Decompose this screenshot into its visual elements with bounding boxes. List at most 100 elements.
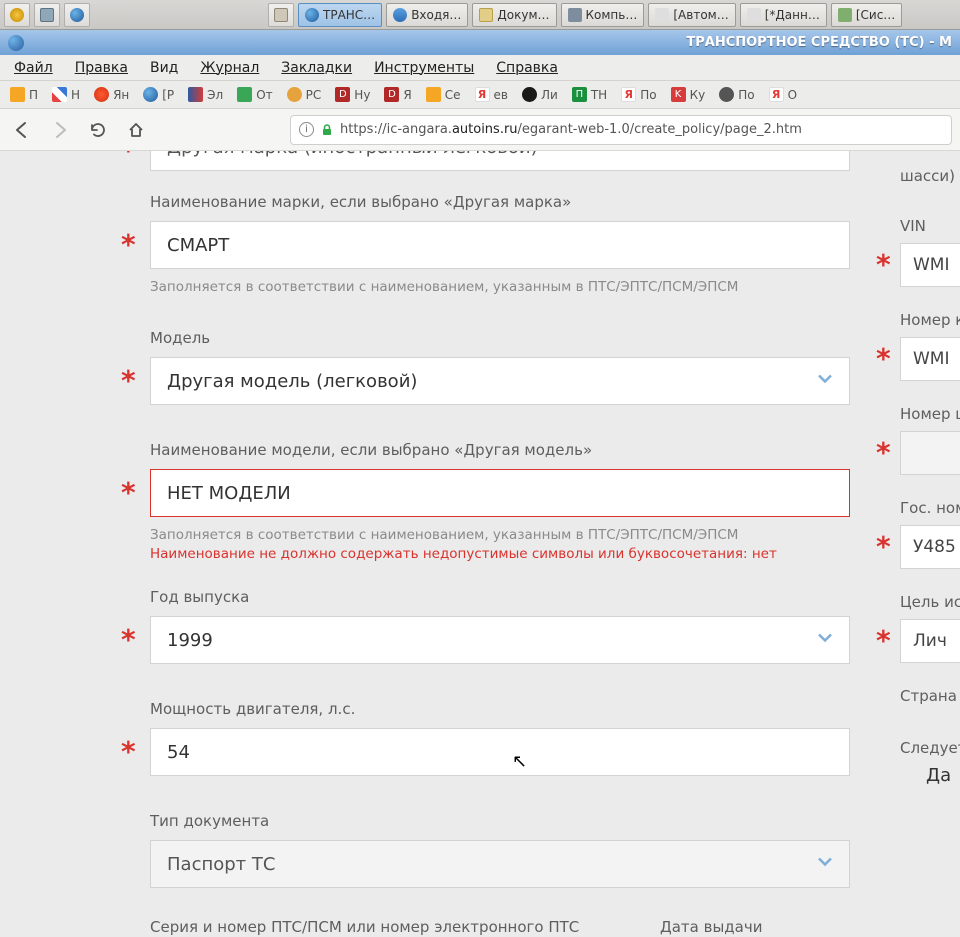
address-bar[interactable]: i https://ic-angara.autoins.ru/egarant-w… xyxy=(290,115,952,145)
task-item[interactable]: Докум… xyxy=(472,3,556,27)
bookmark-item[interactable]: РС xyxy=(283,85,326,104)
bookmark-item[interactable]: ПТН xyxy=(568,85,611,104)
brand-name-input[interactable]: СМАРТ xyxy=(150,221,850,269)
start-app-2[interactable] xyxy=(34,3,60,27)
doc-type-select[interactable]: Паспорт ТС xyxy=(150,840,850,888)
body-number-label: Номер к xyxy=(876,311,960,329)
bookmark-item[interactable]: DЯ xyxy=(380,85,415,104)
model-label: Модель xyxy=(150,329,850,347)
home-icon xyxy=(127,121,145,139)
browser-navbar: i https://ic-angara.autoins.ru/egarant-w… xyxy=(0,109,960,151)
required-mark: * xyxy=(876,345,900,373)
brand-select[interactable]: Другая марка (иностранный легковой) xyxy=(150,151,850,171)
purpose-label: Цель ис xyxy=(876,593,960,611)
bookmark-item[interactable]: KКу xyxy=(667,85,710,104)
vin-input[interactable]: WMI xyxy=(900,243,960,287)
required-mark: * xyxy=(121,367,145,395)
model-name-input[interactable]: НЕТ МОДЕЛИ xyxy=(150,469,850,517)
bookmark-item[interactable]: Н xyxy=(48,85,84,104)
bookmark-item[interactable]: От xyxy=(233,85,276,104)
task-item[interactable]: [*Данн… xyxy=(740,3,827,27)
required-mark: * xyxy=(121,626,145,654)
menu-file[interactable]: Файл xyxy=(14,60,53,76)
forward-button[interactable] xyxy=(46,116,74,144)
bookmark-item[interactable]: Ян xyxy=(90,85,133,104)
model-name-row: * НЕТ МОДЕЛИ xyxy=(116,469,850,517)
bookmark-item[interactable]: Ли xyxy=(518,85,562,104)
window-titlebar: ТРАНСПОРТНОЕ СРЕДСТВО (ТС) - M xyxy=(0,30,960,55)
menu-help[interactable]: Справка xyxy=(496,60,558,76)
country-label: Страна р xyxy=(876,687,960,705)
model-row: * Другая модель (легковой) xyxy=(116,357,850,405)
menu-history[interactable]: Журнал xyxy=(200,60,259,76)
site-info-icon[interactable]: i xyxy=(299,122,314,137)
brand-select-value: Другая марка (иностранный легковой) xyxy=(167,151,538,158)
required-mark: * xyxy=(121,231,145,259)
bookmark-item[interactable]: ЯПо xyxy=(617,85,660,104)
menu-edit[interactable]: Правка xyxy=(75,60,128,76)
app-icon xyxy=(8,35,24,51)
body-number-input[interactable]: WMI xyxy=(900,337,960,381)
task-item[interactable]: [Автом… xyxy=(648,3,735,27)
chevron-down-icon xyxy=(816,629,834,652)
follow-label: Следует xyxy=(876,739,960,757)
required-mark: * xyxy=(121,151,145,165)
year-select[interactable]: 1999 xyxy=(150,616,850,664)
bookmark-item[interactable]: Яев xyxy=(471,85,512,104)
model-select[interactable]: Другая модель (легковой) xyxy=(150,357,850,405)
required-mark: * xyxy=(876,439,900,467)
plate-label: Гос. ном xyxy=(876,499,960,517)
chassis-number-label: Номер ш xyxy=(876,405,960,423)
home-button[interactable] xyxy=(122,116,150,144)
bookmark-item[interactable]: Эл xyxy=(184,85,227,104)
main-form: * Другая марка (иностранный легковой) На… xyxy=(116,151,850,937)
required-mark: * xyxy=(121,738,145,766)
chevron-down-icon xyxy=(815,151,833,159)
reload-icon xyxy=(89,121,107,139)
brand-select-row: * Другая марка (иностранный легковой) xyxy=(116,151,850,171)
start-app-1[interactable] xyxy=(4,3,30,27)
bookmark-item[interactable]: Се xyxy=(422,85,465,104)
model-name-error: Наименование не должно содержать недопус… xyxy=(150,546,850,562)
doc-type-row: Паспорт ТС xyxy=(116,840,850,888)
plate-input[interactable]: У485 xyxy=(900,525,960,569)
bookmark-item[interactable]: ЯО xyxy=(765,85,801,104)
lock-icon xyxy=(320,123,334,137)
bookmark-item[interactable]: [Р xyxy=(139,85,178,104)
start-app-4[interactable] xyxy=(268,3,294,27)
task-item[interactable]: Входя… xyxy=(386,3,468,27)
doc-type-label: Тип документа xyxy=(150,812,850,830)
year-row: * 1999 xyxy=(116,616,850,664)
menu-bookmarks[interactable]: Закладки xyxy=(281,60,352,76)
bookmark-item[interactable]: По xyxy=(715,85,758,104)
bookmark-item[interactable]: DНу xyxy=(331,85,374,104)
back-button[interactable] xyxy=(8,116,36,144)
required-mark: * xyxy=(876,251,900,279)
bookmark-item[interactable]: П xyxy=(6,85,42,104)
chassis-fragment: шасси) xyxy=(876,167,960,185)
side-column: шасси) VIN * WMI Номер к * WMI Номер ш *… xyxy=(876,151,960,794)
reload-button[interactable] xyxy=(84,116,112,144)
brand-name-label: Наименование марки, если выбрано «Другая… xyxy=(150,193,850,211)
power-input[interactable]: 54 xyxy=(150,728,850,776)
series-label: Серия и номер ПТС/ПСМ или номер электрон… xyxy=(150,918,620,936)
brand-name-row: * СМАРТ xyxy=(116,221,850,269)
purpose-select[interactable]: Лич xyxy=(900,619,960,663)
bookmarks-bar: П Н Ян [Р Эл От РС DНу DЯ Се Яев Ли ПТН … xyxy=(0,81,960,109)
os-taskbar: ТРАНС… Входя… Докум… Компь… [Автом… [*Да… xyxy=(0,0,960,30)
menu-tools[interactable]: Инструменты xyxy=(374,60,474,76)
power-row: * 54 xyxy=(116,728,850,776)
vin-label: VIN xyxy=(876,217,960,235)
arrow-right-icon xyxy=(50,120,70,140)
task-item[interactable]: [Сис… xyxy=(831,3,902,27)
menu-view[interactable]: Вид xyxy=(150,60,178,76)
chassis-number-input[interactable] xyxy=(900,431,960,475)
arrow-left-icon xyxy=(12,120,32,140)
required-mark: * xyxy=(876,533,900,561)
start-app-3[interactable] xyxy=(64,3,90,27)
task-item[interactable]: Компь… xyxy=(561,3,645,27)
browser-menu: Файл Правка Вид Журнал Закладки Инструме… xyxy=(0,55,960,81)
task-item[interactable]: ТРАНС… xyxy=(298,3,382,27)
power-label: Мощность двигателя, л.с. xyxy=(150,700,850,718)
model-name-hint: Заполняется в соответствии с наименовани… xyxy=(150,527,850,543)
